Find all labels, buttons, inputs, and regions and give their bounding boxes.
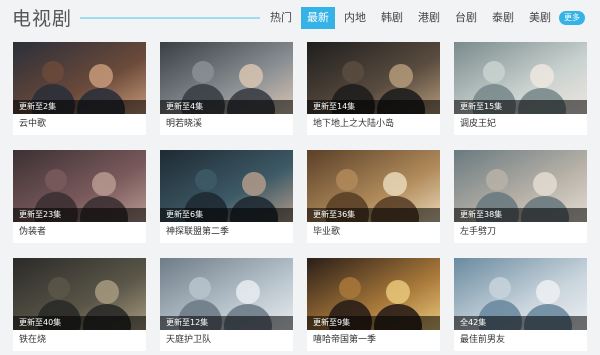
show-title[interactable]: 地下地上之大陆小岛 [307, 114, 440, 135]
episode-badge: 更新至23集 [13, 208, 146, 222]
episode-badge: 更新至15集 [454, 100, 587, 114]
show-title[interactable]: 云中歌 [13, 114, 146, 135]
show-poster[interactable]: 更新至4集 [160, 42, 293, 114]
show-title[interactable]: 调皮王妃 [454, 114, 587, 135]
show-card[interactable]: 更新至14集 地下地上之大陆小岛 [307, 42, 440, 135]
show-card[interactable]: 更新至38集 左手劈刀 [454, 150, 587, 243]
section-header: 电视剧 热门 最新 内地 韩剧 港剧 台剧 泰剧 美剧 更多 [0, 0, 600, 36]
show-poster[interactable]: 更新至9集 [307, 258, 440, 330]
show-grid: 更新至2集 云中歌 更新至4集 明若晓溪 更新至14集 地下地上之大陆小岛 更新至15集 调皮… [13, 42, 587, 351]
episode-badge: 更新至6集 [160, 208, 293, 222]
show-card[interactable]: 更新至15集 调皮王妃 [454, 42, 587, 135]
show-card[interactable]: 更新至2集 云中歌 [13, 42, 146, 135]
show-card[interactable]: 全42集 最佳前男友 [454, 258, 587, 351]
show-card[interactable]: 更新至36集 毕业歌 [307, 150, 440, 243]
tab-3[interactable]: 内地 [338, 7, 372, 29]
show-poster[interactable]: 更新至36集 [307, 150, 440, 222]
episode-badge: 更新至9集 [307, 316, 440, 330]
show-poster[interactable]: 更新至14集 [307, 42, 440, 114]
show-poster[interactable]: 更新至15集 [454, 42, 587, 114]
episode-badge: 更新至36集 [307, 208, 440, 222]
tab-5[interactable]: 港剧 [412, 7, 446, 29]
section-title: 电视剧 [12, 8, 73, 30]
title-divider-line [80, 17, 260, 19]
episode-badge: 更新至38集 [454, 208, 587, 222]
tab-7[interactable]: 泰剧 [486, 7, 520, 29]
show-card[interactable]: 更新至9集 嘻哈帝国第一季 [307, 258, 440, 351]
show-poster[interactable]: 更新至23集 [13, 150, 146, 222]
show-title[interactable]: 明若晓溪 [160, 114, 293, 135]
show-title[interactable]: 最佳前男友 [454, 330, 587, 351]
tab-4[interactable]: 韩剧 [375, 7, 409, 29]
show-card[interactable]: 更新至12集 天庭护卫队 [160, 258, 293, 351]
show-title[interactable]: 毕业歌 [307, 222, 440, 243]
show-title[interactable]: 铁在烧 [13, 330, 146, 351]
show-title[interactable]: 左手劈刀 [454, 222, 587, 243]
show-poster[interactable]: 更新至38集 [454, 150, 587, 222]
tab-2[interactable]: 最新 [301, 7, 335, 29]
show-title[interactable]: 嘻哈帝国第一季 [307, 330, 440, 351]
show-card[interactable]: 更新至40集 铁在烧 [13, 258, 146, 351]
tab-8[interactable]: 美剧 [523, 7, 557, 29]
show-card[interactable]: 更新至23集 伪装者 [13, 150, 146, 243]
show-title[interactable]: 天庭护卫队 [160, 330, 293, 351]
show-title[interactable]: 伪装者 [13, 222, 146, 243]
category-tabs: 热门 最新 内地 韩剧 港剧 台剧 泰剧 美剧 [264, 7, 560, 29]
show-title[interactable]: 神探联盟第二季 [160, 222, 293, 243]
episode-badge: 更新至14集 [307, 100, 440, 114]
show-poster[interactable]: 更新至40集 [13, 258, 146, 330]
show-poster[interactable]: 全42集 [454, 258, 587, 330]
episode-badge: 更新至12集 [160, 316, 293, 330]
show-poster[interactable]: 更新至12集 [160, 258, 293, 330]
show-card[interactable]: 更新至4集 明若晓溪 [160, 42, 293, 135]
show-poster[interactable]: 更新至6集 [160, 150, 293, 222]
show-poster[interactable]: 更新至2集 [13, 42, 146, 114]
more-button[interactable]: 更多 [559, 11, 585, 25]
episode-badge: 全42集 [454, 316, 587, 330]
show-card[interactable]: 更新至6集 神探联盟第二季 [160, 150, 293, 243]
episode-badge: 更新至4集 [160, 100, 293, 114]
tab-6[interactable]: 台剧 [449, 7, 483, 29]
episode-badge: 更新至2集 [13, 100, 146, 114]
episode-badge: 更新至40集 [13, 316, 146, 330]
tab-1[interactable]: 热门 [264, 7, 298, 29]
